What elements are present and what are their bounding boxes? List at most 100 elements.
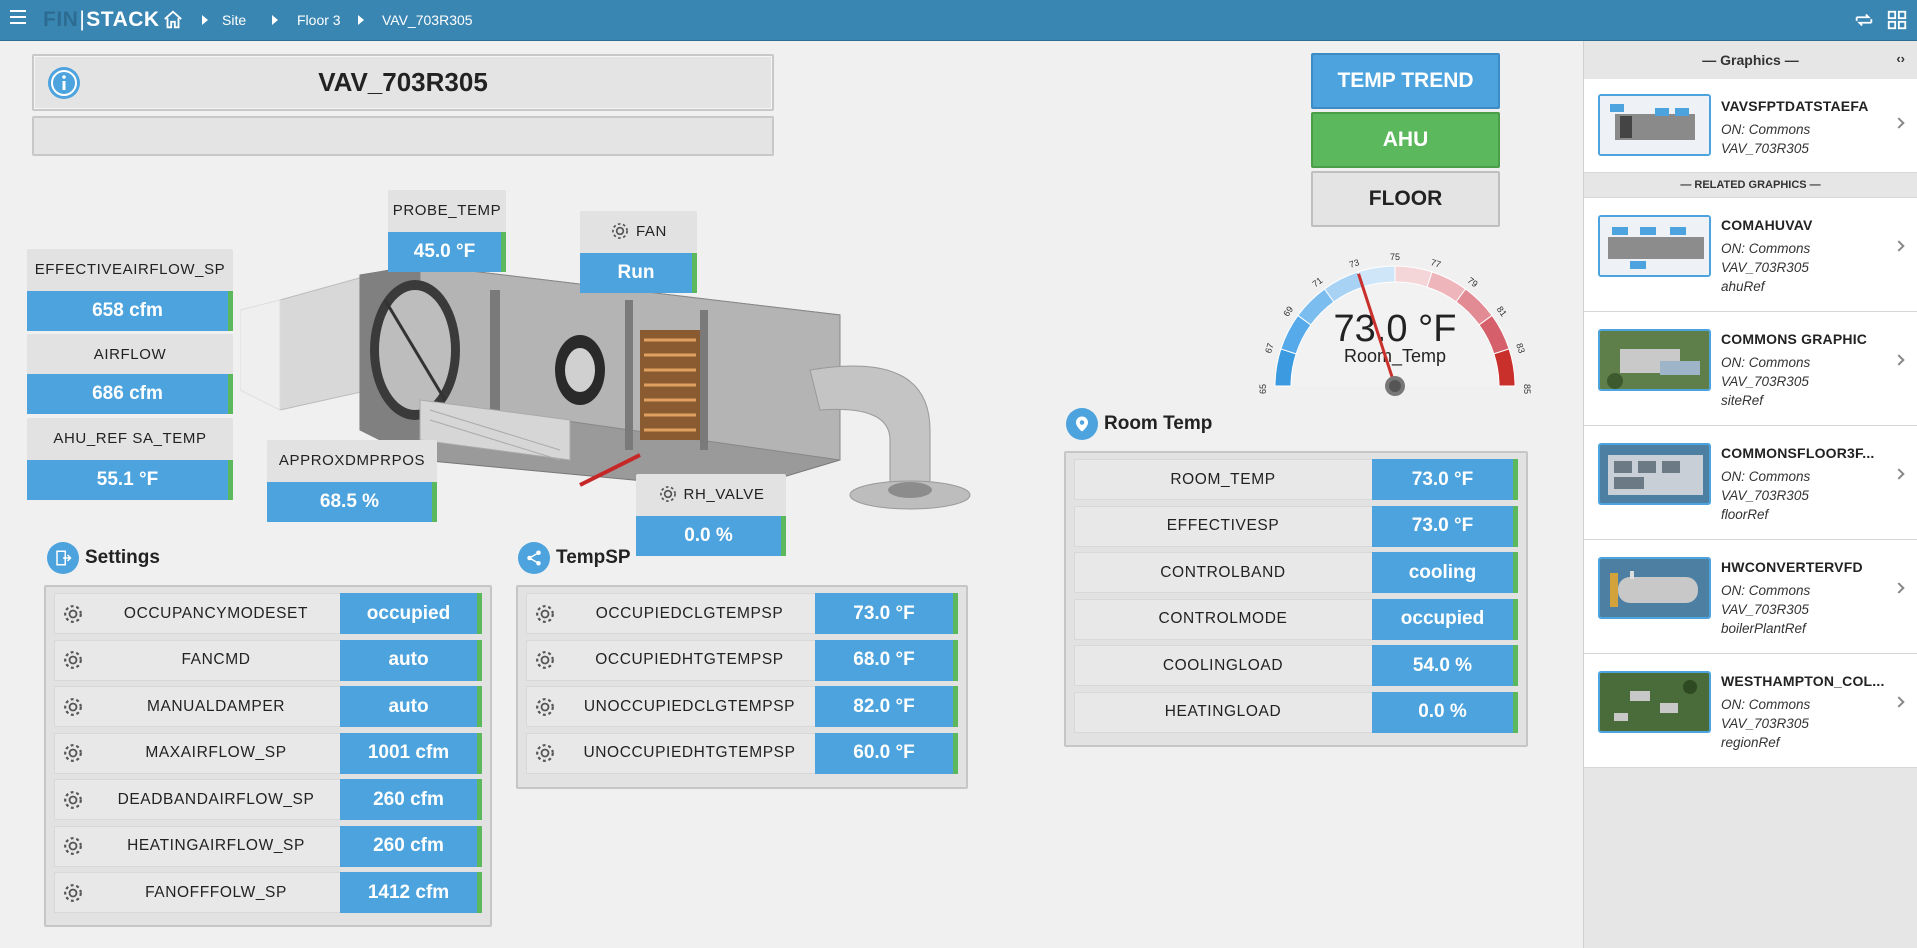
- home-icon[interactable]: [162, 9, 184, 31]
- graphic-subline: boilerPlantRef: [1721, 621, 1806, 636]
- breadcrumb-separator-icon: [202, 15, 208, 25]
- tempsp-row-value[interactable]: 60.0 °F: [815, 732, 958, 774]
- graphic-subline: ON: Commons: [1721, 355, 1811, 370]
- graphic-subline: ahuRef: [1721, 279, 1765, 294]
- floor-button[interactable]: FLOOR: [1311, 171, 1500, 227]
- graphic-subline: ON: Commons: [1721, 583, 1811, 598]
- ahu-button[interactable]: AHU: [1311, 112, 1500, 168]
- graphics-sidebar: — Graphics — ‹› VAVSFPTDATSTAEFA ON: Com…: [1583, 41, 1917, 948]
- room-temp-row-value[interactable]: 0.0 %: [1372, 691, 1518, 733]
- airflow-card: AIRFLOW 686 cfm: [27, 334, 233, 414]
- gear-icon[interactable]: [54, 640, 92, 681]
- tempsp-row-value[interactable]: 73.0 °F: [815, 593, 958, 634]
- fan-value[interactable]: Run: [580, 253, 697, 293]
- menu-icon[interactable]: [10, 10, 26, 26]
- graphic-title: VAVSFPTDATSTAEFA: [1721, 98, 1869, 114]
- share-icon[interactable]: [518, 542, 550, 574]
- info-icon[interactable]: [47, 66, 81, 100]
- probe-temp-card: PROBE_TEMP 45.0 °F: [388, 190, 506, 272]
- related-graphic-item[interactable]: WESTHAMPTON_COL... ON: Commons VAV_703R305…: [1584, 654, 1917, 768]
- room-temp-row-label: ROOM_TEMP: [1170, 470, 1276, 488]
- room-temp-row-value[interactable]: 54.0 %: [1372, 645, 1518, 686]
- fan-label: FAN: [636, 222, 667, 240]
- effective-airflow-sp-card: EFFECTIVEAIRFLOW_SP 658 cfm: [27, 249, 233, 331]
- apps-grid-icon[interactable]: [1886, 9, 1908, 31]
- settings-row-value[interactable]: 1001 cfm: [340, 732, 482, 774]
- gauge-tick-label: 77: [1429, 257, 1442, 270]
- room-temp-row-label: COOLINGLOAD: [1162, 656, 1284, 674]
- room-temp-row-label: HEATINGLOAD: [1164, 703, 1282, 720]
- gauge-tick-label: 67: [1263, 342, 1276, 355]
- airflow-value[interactable]: 686 cfm: [27, 374, 233, 414]
- settings-row-value[interactable]: 1412 cfm: [340, 872, 482, 913]
- gear-icon[interactable]: [54, 872, 92, 913]
- chevron-right-icon: [1893, 696, 1905, 708]
- gear-icon[interactable]: [658, 484, 678, 504]
- graphic-thumbnail: [1598, 215, 1711, 277]
- room-temp-row-value[interactable]: cooling: [1372, 552, 1518, 593]
- settings-row-value[interactable]: 260 cfm: [340, 779, 482, 820]
- tempsp-row-value[interactable]: 68.0 °F: [815, 639, 958, 681]
- gear-icon[interactable]: [54, 826, 92, 867]
- gear-icon[interactable]: [526, 733, 564, 774]
- room-temp-panel: ROOM_TEMP 73.0 °F EFFECTIVESP 73.0 °F CONTRO…: [1064, 451, 1528, 747]
- gear-icon[interactable]: [526, 593, 564, 634]
- gear-icon[interactable]: [54, 686, 92, 727]
- refresh-icon[interactable]: [1853, 9, 1875, 31]
- breadcrumb-separator-icon: [272, 15, 278, 25]
- settings-exit-icon[interactable]: [47, 542, 79, 574]
- gear-icon[interactable]: [54, 779, 92, 820]
- room-temp-row-value[interactable]: occupied: [1372, 598, 1518, 640]
- settings-row-label: MANUALDAMPER: [146, 697, 286, 715]
- tempsp-row-value[interactable]: 82.0 °F: [815, 686, 958, 727]
- gear-icon[interactable]: [54, 593, 92, 634]
- gear-icon[interactable]: [54, 733, 92, 774]
- settings-row-value[interactable]: occupied: [340, 593, 482, 634]
- gauge-tick-label: 65: [1258, 384, 1268, 394]
- collapse-sidebar-icon[interactable]: ‹›: [1896, 51, 1905, 66]
- rh-valve-value[interactable]: 0.0 %: [636, 516, 786, 556]
- location-pin-icon[interactable]: [1066, 408, 1098, 440]
- tempsp-header: TempSP: [518, 542, 631, 574]
- related-graphic-item[interactable]: COMMONSFLOOR3F... ON: Commons VAV_703R305 f…: [1584, 426, 1917, 540]
- settings-row-label: MAXAIRFLOW_SP: [145, 744, 287, 761]
- settings-row: MANUALDAMPER auto: [54, 686, 482, 727]
- related-graphic-item[interactable]: HWCONVERTERVFD ON: Commons VAV_703R305 boil…: [1584, 540, 1917, 654]
- breadcrumb-site[interactable]: Site: [222, 12, 246, 28]
- related-graphic-item[interactable]: COMAHUVAV ON: Commons VAV_703R305 ahuRef: [1584, 198, 1917, 312]
- graphics-sidebar-header: — Graphics — ‹›: [1584, 41, 1917, 79]
- equipment-title-panel: VAV_703R305: [32, 54, 774, 111]
- current-graphic-item[interactable]: VAVSFPTDATSTAEFA ON: Commons VAV_703R305: [1584, 79, 1917, 173]
- equipment-title: VAV_703R305: [318, 67, 488, 97]
- breadcrumb-separator-icon: [358, 15, 364, 25]
- breadcrumb-floor[interactable]: Floor 3: [297, 12, 341, 28]
- settings-header: Settings: [47, 542, 160, 574]
- probe-temp-value[interactable]: 45.0 °F: [388, 232, 506, 272]
- settings-row-label: DEADBANDAIRFLOW_SP: [117, 790, 315, 808]
- chevron-right-icon: [1893, 582, 1905, 594]
- graphic-subline: floorRef: [1721, 507, 1769, 522]
- gear-icon[interactable]: [610, 221, 630, 241]
- room-temp-row: CONTROLMODE occupied: [1074, 598, 1518, 640]
- temp-trend-button[interactable]: TEMP TREND: [1311, 53, 1500, 109]
- graphic-subline: siteRef: [1721, 393, 1764, 408]
- gear-icon[interactable]: [526, 640, 564, 681]
- settings-row-value[interactable]: auto: [340, 686, 482, 727]
- effective-airflow-sp-value[interactable]: 658 cfm: [27, 291, 233, 331]
- settings-row-value[interactable]: auto: [340, 639, 482, 681]
- room-temp-row-value[interactable]: 73.0 °F: [1372, 459, 1518, 500]
- room-temp-gauge: 65 67 69 71 73 75 77 79 81 83 85 73.0 °F Room_Temp: [1258, 252, 1532, 396]
- related-graphic-item[interactable]: COMMONS GRAPHIC ON: Commons VAV_703R305 sit…: [1584, 312, 1917, 426]
- ahu-ref-sa-temp-value[interactable]: 55.1 °F: [27, 460, 233, 500]
- breadcrumb-equip[interactable]: VAV_703R305: [382, 12, 473, 28]
- chevron-right-icon: [1893, 354, 1905, 366]
- room-temp-row: EFFECTIVESP 73.0 °F: [1074, 505, 1518, 547]
- gear-icon[interactable]: [526, 686, 564, 727]
- approx-dmpr-pos-value[interactable]: 68.5 %: [267, 482, 437, 522]
- gauge-value-text: 73.0 °F: [1334, 308, 1457, 350]
- settings-row-value[interactable]: 260 cfm: [340, 825, 482, 867]
- room-temp-row: HEATINGLOAD 0.0 %: [1074, 691, 1518, 733]
- room-temp-row-value[interactable]: 73.0 °F: [1372, 505, 1518, 547]
- tempsp-panel: OCCUPIEDCLGTEMPSP 73.0 °F OCCUPIEDHTGTEMPS…: [516, 585, 968, 789]
- graphic-subline: VAV_703R305: [1721, 602, 1809, 617]
